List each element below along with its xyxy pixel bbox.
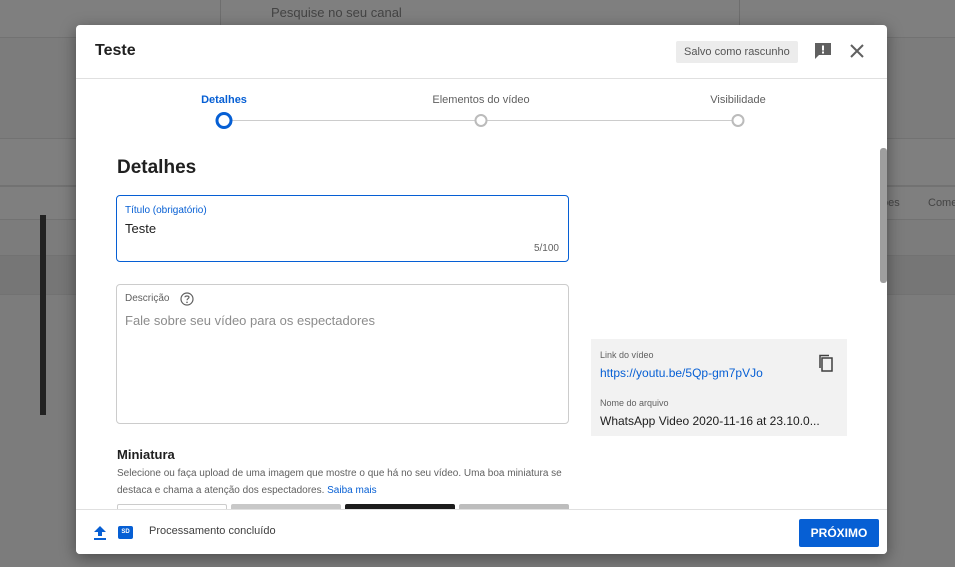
dialog-footer: SD Processamento concluído PRÓXIMO bbox=[76, 509, 887, 554]
dialog-scrollbar-thumb[interactable] bbox=[880, 148, 887, 283]
thumbnail-title: Miniatura bbox=[117, 447, 175, 462]
upload-stepper: Detalhes Elementos do vídeo Visibilidade bbox=[76, 79, 887, 139]
dialog-title: Teste bbox=[95, 42, 136, 59]
video-link-label: Link do vídeo bbox=[600, 350, 654, 360]
title-field-label: Título (obrigatório) bbox=[125, 205, 207, 216]
upload-icon bbox=[94, 526, 106, 540]
step-visibility[interactable]: Visibilidade bbox=[710, 94, 765, 106]
section-title: Detalhes bbox=[117, 157, 197, 178]
dialog-header: Teste Salvo como rascunho bbox=[76, 25, 887, 79]
description-placeholder: Fale sobre seu vídeo para os espectadore… bbox=[125, 313, 376, 328]
stepper-line-1 bbox=[226, 120, 481, 121]
title-char-counter: 5/100 bbox=[533, 243, 559, 254]
video-link[interactable]: https://youtu.be/5Qp-gm7pVJo bbox=[600, 366, 763, 380]
description-field-label: Descrição bbox=[125, 293, 170, 304]
step-visibility-dot[interactable] bbox=[731, 114, 745, 127]
title-field-value[interactable]: Teste bbox=[125, 221, 156, 236]
step-details[interactable]: Detalhes bbox=[201, 94, 247, 106]
copy-icon[interactable] bbox=[817, 354, 835, 372]
draft-status-badge: Salvo como rascunho bbox=[676, 41, 798, 63]
sd-quality-badge: SD bbox=[118, 526, 133, 539]
title-field[interactable]: Título (obrigatório) Teste 5/100 bbox=[116, 195, 569, 262]
file-name-value: WhatsApp Video 2020-11-16 at 23.10.0... bbox=[600, 414, 820, 428]
upload-details-dialog: Teste Salvo como rascunho Detalhes Eleme… bbox=[76, 25, 887, 554]
learn-more-link[interactable]: Saiba mais bbox=[327, 485, 376, 496]
feedback-icon[interactable] bbox=[813, 41, 833, 61]
step-video-elements[interactable]: Elementos do vídeo bbox=[432, 94, 529, 106]
thumbnail-description: Selecione ou faça upload de uma imagem q… bbox=[117, 465, 577, 499]
step-video-elements-dot[interactable] bbox=[474, 114, 488, 127]
help-icon[interactable] bbox=[180, 292, 194, 306]
step-details-dot[interactable] bbox=[215, 112, 233, 129]
processing-status: Processamento concluído bbox=[149, 525, 276, 537]
dialog-body: Detalhes Título (obrigatório) Teste 5/10… bbox=[76, 139, 887, 509]
description-field[interactable]: Descrição Fale sobre seu vídeo para os e… bbox=[116, 284, 569, 424]
file-name-label: Nome do arquivo bbox=[600, 398, 669, 408]
next-button[interactable]: PRÓXIMO bbox=[799, 519, 879, 547]
video-info-panel: Link do vídeo https://youtu.be/5Qp-gm7pV… bbox=[591, 339, 847, 436]
stepper-line-2 bbox=[481, 120, 738, 121]
close-icon[interactable] bbox=[847, 41, 867, 61]
